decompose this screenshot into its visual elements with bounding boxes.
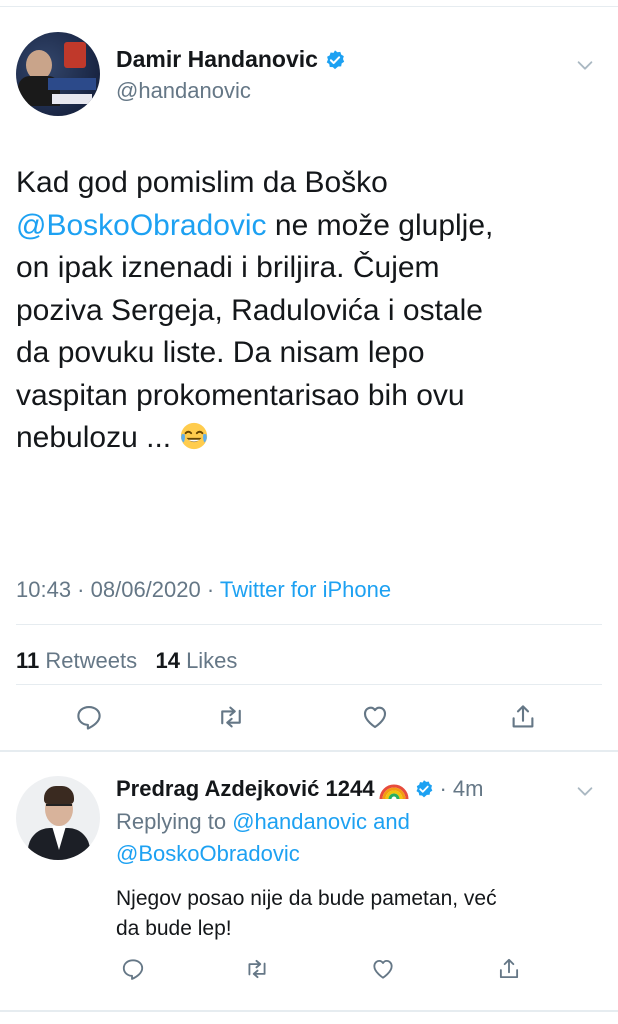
tweet-text: Kad god pomislim da Boško @BoskoObradovi… xyxy=(16,162,596,460)
heart-icon[interactable] xyxy=(370,956,396,982)
main-tweet[interactable]: Damir Handanovic @handanovic Kad god pom… xyxy=(0,12,618,750)
tweet-meta: 10:43 · 08/06/2020 · Twitter for iPhone xyxy=(16,577,391,603)
text-segment: Kad god pomislim da Boško xyxy=(16,166,388,199)
divider xyxy=(16,684,602,685)
avatar[interactable] xyxy=(16,776,100,860)
rainbow-emoji-icon xyxy=(379,784,409,800)
reply-icon[interactable] xyxy=(74,702,104,732)
text-segment: vaspitan prokomentarisao bih ovu xyxy=(16,378,465,412)
text-segment: ne može gluplje, xyxy=(266,208,494,242)
tweet-line: nebulozu ... xyxy=(16,417,596,460)
mention-link[interactable]: @BoskoObradovic xyxy=(16,209,267,242)
text-segment: poziva Sergeja, Radulovića i ostale xyxy=(16,293,483,327)
author-handle[interactable]: @handanovic xyxy=(116,78,251,104)
tweet-line: @BoskoObradovic ne može gluplje, xyxy=(16,205,596,248)
reply-tweet[interactable]: Predrag Azdejković 1244 · 4m Replying to… xyxy=(0,756,618,1018)
chevron-down-icon[interactable] xyxy=(574,780,596,802)
reply-author-name[interactable]: Predrag Azdejković 1244 xyxy=(116,776,374,802)
likes-count: 14 xyxy=(155,648,180,673)
tweet-source[interactable]: Twitter for iPhone xyxy=(220,577,391,602)
tweet-line: da povuku liste. Da nisam lepo xyxy=(16,332,596,375)
avatar-strip xyxy=(52,94,92,104)
meta-separator: · xyxy=(200,577,220,602)
text-segment: nebulozu ... xyxy=(16,421,180,454)
retweets-label: Retweets xyxy=(45,648,138,673)
likes-label: Likes xyxy=(186,648,238,673)
author-name-row[interactable]: Damir Handanovic xyxy=(116,46,346,73)
avatar-glasses xyxy=(46,804,72,810)
tweet-date[interactable]: 08/06/2020 xyxy=(91,577,201,602)
retweets-stat[interactable]: 11 Retweets xyxy=(16,648,137,673)
share-icon[interactable] xyxy=(496,956,522,982)
retweet-icon[interactable] xyxy=(244,956,270,982)
tweet-actions xyxy=(0,702,618,742)
verified-badge-icon xyxy=(326,49,345,69)
chevron-down-icon[interactable] xyxy=(574,54,596,76)
thread-divider xyxy=(0,750,618,752)
replying-and: and xyxy=(367,809,410,834)
tweet-stats: 11 Retweets 14 Likes xyxy=(16,648,237,674)
reply-author-row[interactable]: Predrag Azdejković 1244 · 4m xyxy=(116,776,483,802)
meta-separator: · xyxy=(71,577,91,602)
avatar-banner xyxy=(48,78,96,90)
tweet-time[interactable]: 10:43 xyxy=(16,577,71,602)
face-with-tears-of-joy-icon xyxy=(181,422,208,450)
replying-prefix: Replying to xyxy=(116,809,233,834)
reply-icon[interactable] xyxy=(120,956,146,982)
tweet-line: on ipak iznenadi i briljira. Čujem xyxy=(16,247,596,290)
likes-stat[interactable]: 14 Likes xyxy=(155,648,237,673)
verified-badge-icon xyxy=(416,780,433,798)
author-name[interactable]: Damir Handanovic xyxy=(116,46,318,73)
reply-text: Njegov posao nije da bude pametan, već d… xyxy=(116,884,596,944)
bottom-divider xyxy=(0,1010,618,1012)
retweet-icon[interactable] xyxy=(216,702,246,732)
tweet-line: Kad god pomislim da Boško xyxy=(16,162,596,205)
mention-link[interactable]: @handanovic xyxy=(232,809,367,834)
reply-actions xyxy=(0,956,618,992)
text-segment: on ipak iznenadi i briljira. Čujem xyxy=(16,251,440,284)
avatar-emblem xyxy=(64,42,86,68)
retweets-count: 11 xyxy=(16,648,40,673)
text-segment: da povuku liste. Da nisam lepo xyxy=(16,336,425,369)
tweet-line: vaspitan prokomentarisao bih ovu xyxy=(16,375,596,418)
tweet-line: poziva Sergeja, Radulovića i ostale xyxy=(16,290,596,333)
share-icon[interactable] xyxy=(508,702,538,732)
mention-link[interactable]: @BoskoObradovic xyxy=(116,841,300,866)
heart-icon[interactable] xyxy=(360,702,390,732)
reply-text-line: da bude lep! xyxy=(116,917,232,940)
avatar-hair xyxy=(44,786,74,804)
reply-time[interactable]: · 4m xyxy=(439,776,483,802)
reply-text-line: Njegov posao nije da bude pametan, već xyxy=(116,887,497,910)
avatar[interactable] xyxy=(16,32,100,116)
replying-to: Replying to @handanovic and @BoskoObrado… xyxy=(116,806,410,870)
top-divider xyxy=(0,6,618,7)
divider xyxy=(16,624,602,625)
